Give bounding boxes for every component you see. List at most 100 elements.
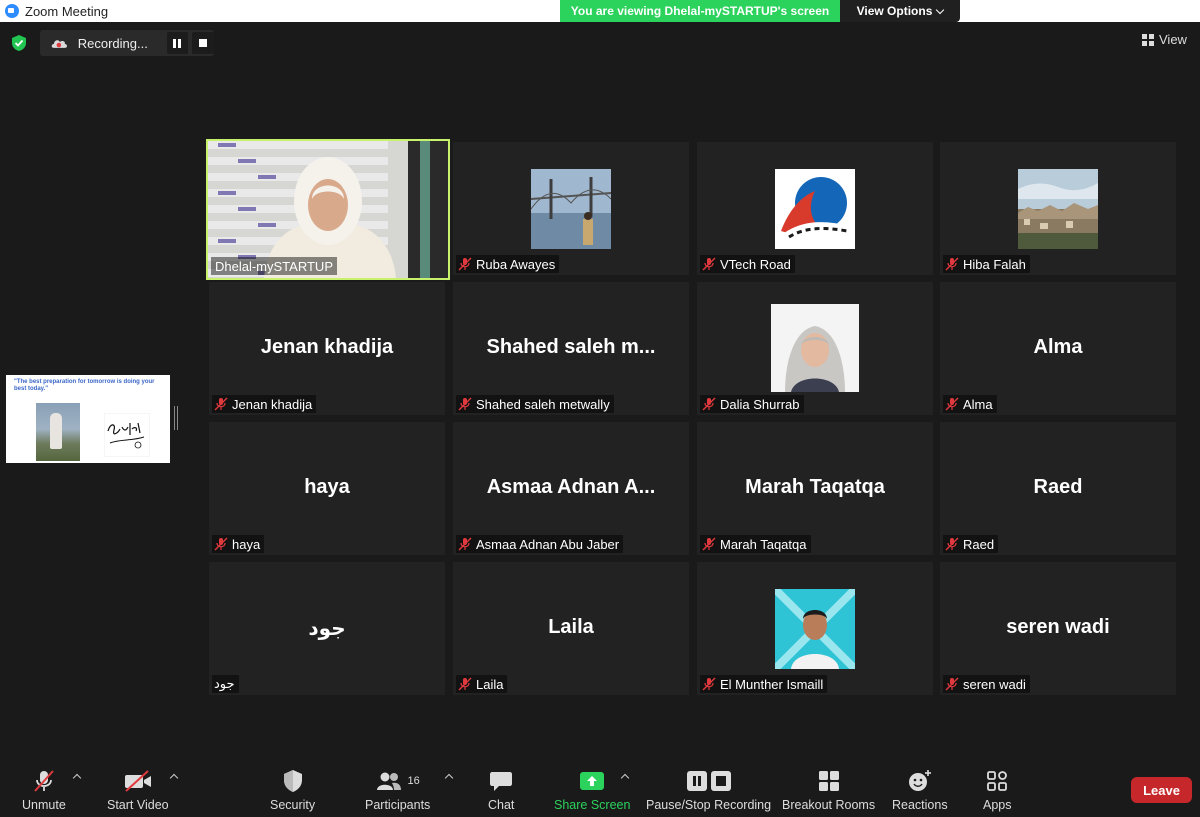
participant-tile[interactable]: Marah Taqatqa Marah Taqatqa xyxy=(697,422,933,555)
breakout-rooms-label: Breakout Rooms xyxy=(782,798,876,812)
security-shield-icon xyxy=(283,770,302,792)
muted-mic-icon xyxy=(702,677,716,691)
muted-mic-icon xyxy=(702,257,716,271)
participant-nameplate: haya xyxy=(212,535,265,553)
bridge-photo xyxy=(531,169,611,249)
participant-display-name: Marah Taqatqa xyxy=(745,476,885,498)
participant-tile[interactable]: Hiba Falah xyxy=(940,142,1176,275)
chevron-down-icon xyxy=(936,5,945,14)
start-video-button[interactable]: Start Video xyxy=(107,767,169,812)
share-banner: You are viewing Dhelal-mySTARTUP's scree… xyxy=(560,0,960,22)
microphone-muted-icon xyxy=(34,770,54,792)
participant-name: haya xyxy=(232,536,261,552)
participant-tile[interactable]: seren wadi seren wadi xyxy=(940,562,1176,695)
video-options-caret[interactable] xyxy=(169,773,179,783)
participant-nameplate: Raed xyxy=(943,535,999,553)
muted-mic-icon xyxy=(945,537,959,551)
share-banner-text: You are viewing Dhelal-mySTARTUP's scree… xyxy=(560,0,840,22)
participant-tile[interactable]: Asmaa Adnan A... Asmaa Adnan Abu Jaber xyxy=(453,422,689,555)
apps-label: Apps xyxy=(983,798,1012,812)
pause-icon xyxy=(173,38,182,48)
apps-button[interactable]: Apps xyxy=(983,767,1012,812)
muted-mic-icon xyxy=(458,257,472,271)
stop-recording-button[interactable] xyxy=(192,32,214,54)
participant-name: Shahed saleh metwally xyxy=(476,396,610,412)
good-luck-signature-image xyxy=(104,413,150,457)
participant-name: Alma xyxy=(963,396,993,412)
unmute-button[interactable]: Unmute xyxy=(22,767,66,812)
participant-name: Jenan khadija xyxy=(232,396,313,412)
participant-nameplate: Shahed saleh metwally xyxy=(456,395,614,413)
participant-name: Marah Taqatqa xyxy=(720,536,807,552)
participant-display-name: Asmaa Adnan A... xyxy=(486,476,656,498)
muted-mic-icon xyxy=(702,397,716,411)
reactions-button[interactable]: Reactions xyxy=(892,767,948,812)
city-photo xyxy=(1018,169,1098,249)
pitcher-photo xyxy=(36,403,80,461)
portrait-photo xyxy=(771,304,859,392)
breakout-rooms-icon xyxy=(818,771,839,791)
participant-tile[interactable]: جود جود xyxy=(209,562,445,695)
participant-tile[interactable]: Alma Alma xyxy=(940,282,1176,415)
view-options-label: View Options xyxy=(856,4,933,18)
reactions-smiley-icon xyxy=(908,770,931,791)
pause-recording-button[interactable] xyxy=(166,32,189,54)
participant-display-name: Raed xyxy=(1033,476,1083,498)
stop-icon xyxy=(199,39,208,47)
participant-tile[interactable]: haya haya xyxy=(209,422,445,555)
encryption-shield-icon[interactable] xyxy=(10,34,28,52)
participant-name: Dalia Shurrab xyxy=(720,396,800,412)
video-off-icon xyxy=(124,770,151,792)
participants-icon xyxy=(376,772,401,790)
security-button[interactable]: Security xyxy=(270,767,315,812)
participant-tile[interactable]: Jenan khadija Jenan khadija xyxy=(209,282,445,415)
participants-label: Participants xyxy=(365,798,431,812)
breakout-rooms-button[interactable]: Breakout Rooms xyxy=(782,767,875,812)
zoom-app-icon xyxy=(5,4,19,18)
participant-tile[interactable]: Shahed saleh m... Shahed saleh metwally xyxy=(453,282,689,415)
participant-display-name: جود xyxy=(308,618,346,640)
leave-button[interactable]: Leave xyxy=(1131,777,1192,803)
chat-icon xyxy=(490,772,513,791)
share-screen-button[interactable]: Share Screen xyxy=(554,767,630,812)
participant-tile[interactable]: Laila Laila xyxy=(453,562,689,695)
participant-name: El Munther Ismaill xyxy=(720,676,824,692)
participants-button[interactable]: 16 Participants xyxy=(365,767,430,812)
muted-mic-icon xyxy=(945,677,959,691)
participant-display-name: haya xyxy=(304,476,350,498)
participant-display-name: seren wadi xyxy=(1006,616,1110,638)
share-screen-icon xyxy=(580,772,605,790)
audio-options-caret[interactable] xyxy=(72,773,82,783)
view-button[interactable]: View xyxy=(1142,32,1187,47)
participant-nameplate: Dhelal-mySTARTUP xyxy=(211,257,337,275)
participant-name: VTech Road xyxy=(720,256,791,272)
participant-tile[interactable]: Raed Raed xyxy=(940,422,1176,555)
view-options-button[interactable]: View Options xyxy=(840,0,960,22)
thumbnail-resize-handle[interactable] xyxy=(174,406,178,430)
participant-tile[interactable]: El Munther Ismaill xyxy=(697,562,933,695)
participant-tile[interactable]: Dhelal-mySTARTUP xyxy=(206,139,450,280)
participants-options-caret[interactable] xyxy=(444,773,454,783)
muted-mic-icon xyxy=(214,537,228,551)
chat-button[interactable]: Chat xyxy=(488,767,514,812)
reactions-label: Reactions xyxy=(892,798,948,812)
meeting-toolbar: Unmute Start Video Security 16 Participa… xyxy=(0,757,1200,817)
muted-mic-icon xyxy=(458,677,472,691)
shared-screen-thumbnail[interactable]: "The best preparation for tomorrow is do… xyxy=(6,375,170,463)
participant-tile[interactable]: Ruba Awayes xyxy=(453,142,689,275)
pause-stop-recording-button[interactable]: Pause/Stop Recording xyxy=(646,767,771,812)
participant-tile[interactable]: Dalia Shurrab xyxy=(697,282,933,415)
participant-nameplate: El Munther Ismaill xyxy=(700,675,828,693)
participant-nameplate: جود xyxy=(212,675,239,693)
cloud-recording-icon xyxy=(51,40,68,48)
man-photo xyxy=(775,589,855,669)
muted-mic-icon xyxy=(945,257,959,271)
participant-nameplate: Dalia Shurrab xyxy=(700,395,804,413)
muted-mic-icon xyxy=(945,397,959,411)
muted-mic-icon xyxy=(458,397,472,411)
participant-tile[interactable]: VTech Road xyxy=(697,142,933,275)
participant-name: Asmaa Adnan Abu Jaber xyxy=(476,536,620,552)
participant-nameplate: seren wadi xyxy=(943,675,1030,693)
participant-name: Raed xyxy=(963,536,995,552)
share-screen-label: Share Screen xyxy=(554,798,631,812)
